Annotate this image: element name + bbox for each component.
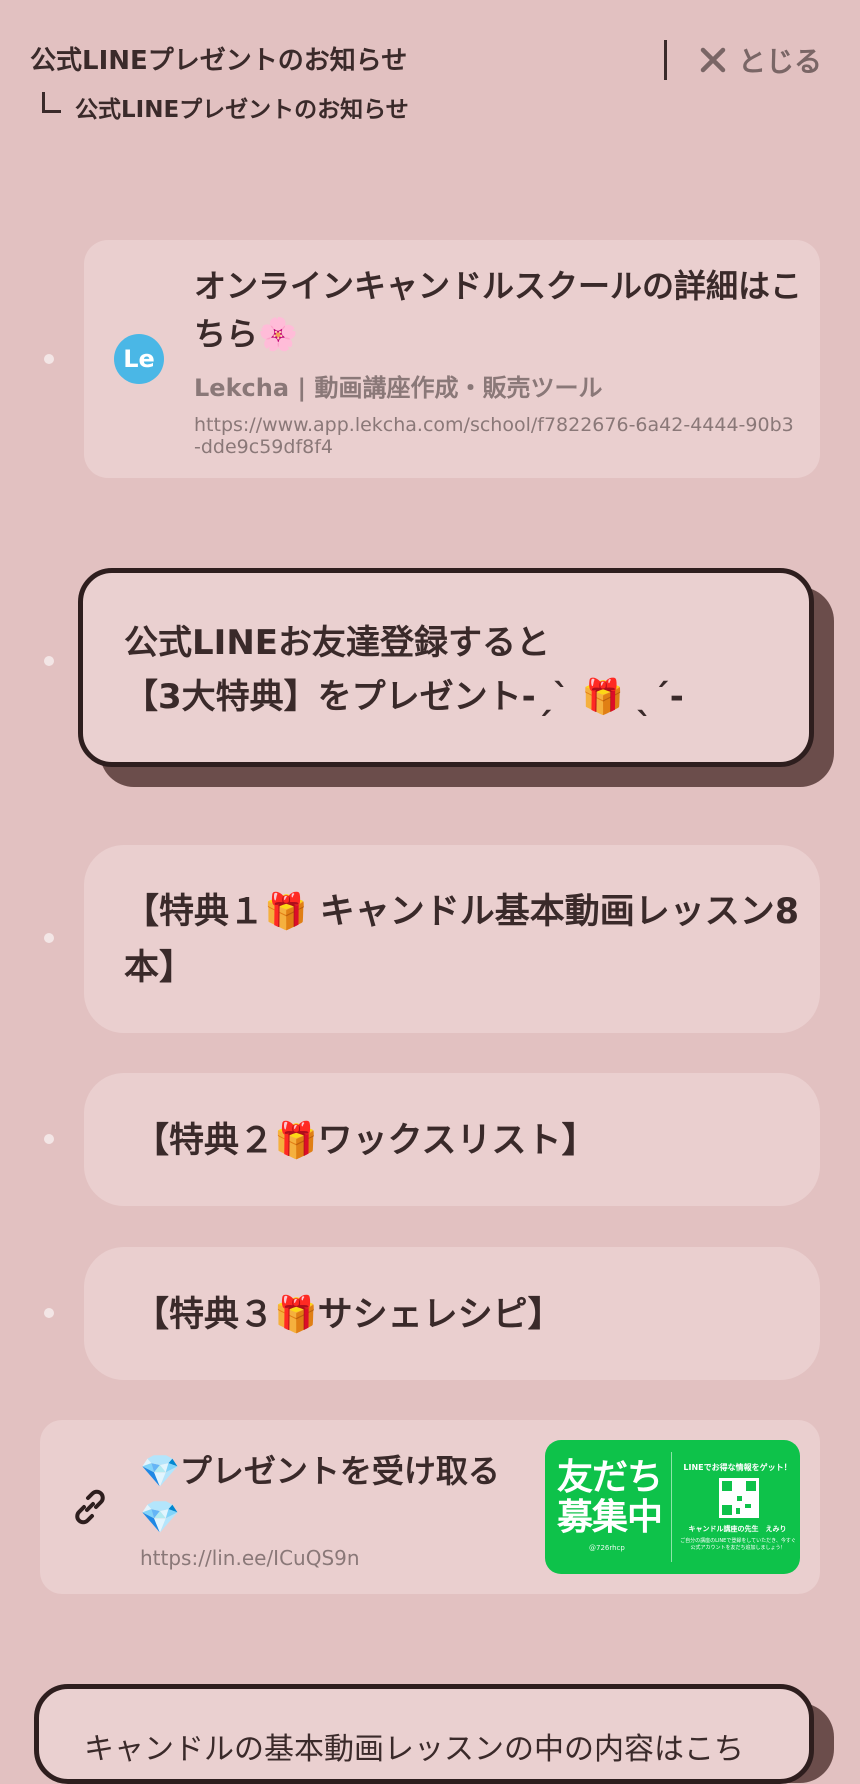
thumbnail-note: ご自分の講座のLINEで登録をしていただき、今すぐ公式アカウントを友だち追加しま…	[680, 1538, 796, 1551]
link-card-url: https://www.app.lekcha.com/school/f78226…	[194, 414, 794, 458]
bonus-3-text: 【特典３🎁サシェレシピ】	[134, 1295, 563, 1335]
link-thumbnail: 友だち 募集中 @726rhcp LINEでお得な情報をゲット！ キャンドル講座…	[545, 1440, 800, 1574]
close-label: とじる	[738, 45, 823, 78]
bonus-2-text: 【特典２🎁ワックスリスト】	[134, 1121, 597, 1161]
site-avatar: Le	[114, 334, 164, 384]
qr-code-icon	[719, 1478, 759, 1518]
link-card-title[interactable]: オンラインキャンドルスクールの詳細はこちら🌸	[194, 262, 804, 358]
bullet-dot	[44, 1134, 54, 1144]
link-card-2-title[interactable]: 💎プレゼントを受け取る💎	[140, 1448, 520, 1540]
thumbnail-name: キャンドル講座の先生 えみり	[688, 1525, 787, 1533]
link-card-2-url: https://lin.ee/ICuQS9n	[140, 1546, 360, 1570]
thumbnail-handle: @726rhcp	[589, 1544, 625, 1552]
feature-card-line-1: 公式LINEお友達登録すると	[124, 623, 550, 663]
thumbnail-headline-2: 募集中	[557, 1497, 663, 1538]
bonus-1-text: 【特典１🎁 キャンドル基本動画レッスン8本】	[124, 892, 800, 988]
thumbnail-divider	[671, 1452, 672, 1562]
thumbnail-headline: 友だち 募集中	[557, 1457, 663, 1538]
bullet-dot	[44, 656, 54, 666]
breadcrumb: 公式LINEプレゼントのお知らせ	[42, 90, 409, 124]
header-divider	[664, 40, 667, 80]
thumbnail-top-text: LINEでお得な情報をゲット！	[683, 1463, 792, 1472]
bullet-dot	[44, 933, 54, 943]
bullet-dot	[44, 1308, 54, 1318]
thumbnail-headline-1: 友だち	[557, 1457, 663, 1498]
bullet-dot	[44, 354, 54, 364]
feature-card-text: 公式LINEお友達登録すると 【3大特典】をプレゼント-ˏˋ 🎁 ˎˊ-	[124, 616, 764, 724]
breadcrumb-label: 公式LINEプレゼントのお知らせ	[75, 97, 409, 123]
feature-card-line-2: 【3大特典】をプレゼント-ˏˋ 🎁 ˎˊ-	[124, 677, 684, 717]
page-title: 公式LINEプレゼントのお知らせ	[30, 46, 408, 76]
partial-card-text: キャンドルの基本動画レッスンの中の内容はこち	[84, 1732, 744, 1767]
close-button[interactable]: とじる	[698, 40, 822, 80]
link-icon	[75, 1489, 105, 1525]
breadcrumb-elbow-icon	[42, 92, 61, 113]
close-icon	[700, 47, 726, 73]
link-card-site-name: Lekcha | 動画講座作成・販売ツール	[194, 374, 603, 402]
